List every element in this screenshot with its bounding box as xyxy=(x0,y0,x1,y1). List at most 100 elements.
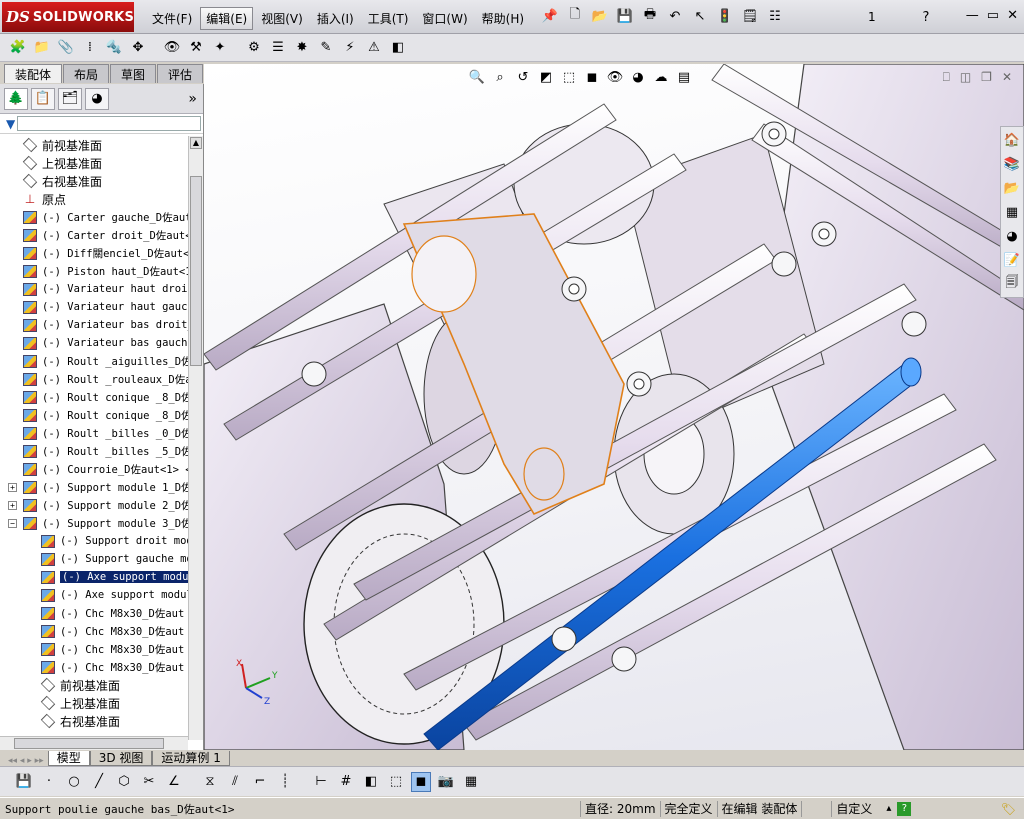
view-orientation-icon[interactable]: ⬚ xyxy=(560,68,578,86)
bottom-tab[interactable]: 模型 xyxy=(47,751,90,766)
tree-item[interactable]: + (-) Support module 1_D佐 xyxy=(0,478,188,496)
property-manager-tab-icon[interactable]: 📋 xyxy=(31,87,55,110)
status-units[interactable]: 自定义 xyxy=(831,800,876,817)
zoom-to-fit-icon[interactable]: 🔍 xyxy=(468,68,486,86)
tree-item[interactable]: (-) Variateur haut gauch xyxy=(0,298,188,316)
explode-line-sketch-icon[interactable]: ✎ xyxy=(316,38,336,58)
file-properties-icon[interactable]: 🗒 xyxy=(740,6,760,26)
view-palette-icon[interactable]: ▦ xyxy=(1001,201,1023,223)
tree-item[interactable]: (-) Axe support modul xyxy=(0,586,188,604)
shaded-with-edges-icon[interactable]: ◼ xyxy=(411,771,431,792)
graphics-area[interactable]: 🔍 ⌕ ↺ ◩ ⬚ ◼ 👁 ◕ ☁ ▤ ⎕ ◫ ❐ ✕ 🏠 📚 📂 ▦ ◕ 📝 … xyxy=(204,64,1024,750)
bill-of-materials-icon[interactable]: ☰ xyxy=(268,38,288,58)
tree-item[interactable]: (-) Diff關enciel_D佐aut< xyxy=(0,244,188,262)
doc-restore-icon[interactable]: ❐ xyxy=(981,70,992,85)
assembly-model-view[interactable] xyxy=(204,64,1024,750)
grid-icon[interactable]: # xyxy=(336,772,356,792)
tree-expander-icon[interactable]: + xyxy=(8,482,17,492)
tag-icon[interactable]: 🏷 xyxy=(1001,802,1016,816)
tree-item[interactable]: (-) Axe support modu xyxy=(0,568,188,586)
tree-item[interactable]: (-) Roult _aiguilles_D佐 xyxy=(0,352,188,370)
menu-item[interactable]: 工具(T) xyxy=(362,7,415,30)
tree-item[interactable]: (-) Roult conique _8_D佐 xyxy=(0,406,188,424)
exploded-view-icon[interactable]: ✸ xyxy=(292,38,312,58)
tree-item[interactable]: (-) Carter gauche_D佐aut< xyxy=(0,208,188,226)
instant3d-icon[interactable]: ◧ xyxy=(388,38,408,58)
dimension-icon[interactable]: ⊢ xyxy=(311,772,331,792)
tree-item[interactable]: (-) Variateur haut droit xyxy=(0,280,188,298)
doc-close-icon[interactable]: ✕ xyxy=(1002,70,1012,85)
close-button[interactable]: ✕ xyxy=(1007,8,1018,23)
trim-icon[interactable]: ✂ xyxy=(139,772,159,792)
tree-item[interactable]: ⊥ 原点 xyxy=(0,190,188,208)
rebuild-icon[interactable]: 🚦 xyxy=(715,6,735,26)
tree-item[interactable]: (-) Roult conique _8_D佐 xyxy=(0,388,188,406)
mate-icon[interactable]: 📎 xyxy=(56,38,76,58)
status-help-icon[interactable]: ? xyxy=(897,801,912,816)
units-menu-arrow[interactable]: ▴ xyxy=(886,803,891,814)
menu-item[interactable]: 编辑(E) xyxy=(200,7,254,30)
smart-fasteners-icon[interactable]: 🔩 xyxy=(104,38,124,58)
interference-detection-icon[interactable]: ⚡ xyxy=(340,38,360,58)
tree-item[interactable]: (-) Piston haut_D佐aut<1 xyxy=(0,262,188,280)
doc-minimize-icon[interactable]: ⎕ xyxy=(943,70,950,85)
polygon-icon[interactable]: ⬡ xyxy=(114,772,134,792)
command-tab[interactable]: 布局 xyxy=(63,64,110,83)
filter-input[interactable] xyxy=(17,116,202,131)
tree-expander-icon[interactable]: − xyxy=(8,518,17,528)
reference-geometry-icon[interactable]: ✦ xyxy=(210,38,230,58)
pin-icon[interactable]: 📌 xyxy=(540,6,560,26)
apply-scene-icon[interactable]: ☁ xyxy=(652,68,670,86)
menu-item[interactable]: 帮助(H) xyxy=(476,7,530,30)
help-icon[interactable]: ? xyxy=(916,7,936,27)
doc-tile-icon[interactable]: ◫ xyxy=(960,70,971,85)
move-component-icon[interactable]: ✥ xyxy=(128,38,148,58)
new-part-icon[interactable]: 📁 xyxy=(32,38,52,58)
menu-item[interactable]: 插入(I) xyxy=(311,7,360,30)
tree-item[interactable]: + (-) Support module 2_D佐 xyxy=(0,496,188,514)
corner-rectangle-icon[interactable]: ⌐ xyxy=(250,772,270,792)
line-icon[interactable]: ╱ xyxy=(89,772,109,792)
tree-item[interactable]: (-) Variateur bas gauche xyxy=(0,334,188,352)
tree-vertical-scrollbar[interactable]: ▲ xyxy=(188,136,203,740)
tree-item[interactable]: (-) Chc M8x30_D佐aut xyxy=(0,622,188,640)
tree-item[interactable]: 上视基准面 xyxy=(0,694,188,712)
display-manager-tab-icon[interactable]: ◕ xyxy=(85,87,109,110)
edit-appearance-icon[interactable]: ◕ xyxy=(629,68,647,86)
tree-item[interactable]: 右视基准面 xyxy=(0,712,188,730)
tree-item[interactable]: (-) Roult _billes _0_D佐 xyxy=(0,424,188,442)
display-style-icon[interactable]: ◼ xyxy=(583,68,601,86)
tree-item[interactable]: (-) Courroie_D佐aut<1> < xyxy=(0,460,188,478)
show-hidden-icon[interactable]: 👁 xyxy=(162,38,182,58)
hide-show-items-icon[interactable]: 👁 xyxy=(606,68,624,86)
command-tab[interactable]: 装配体 xyxy=(4,64,63,83)
new-motion-study-icon[interactable]: ⚙ xyxy=(244,38,264,58)
zoom-to-area-icon[interactable]: ⌕ xyxy=(491,68,509,86)
feature-tree-tab-icon[interactable]: 🌲 xyxy=(4,87,28,110)
tree-horizontal-scrollbar[interactable] xyxy=(0,736,188,750)
file-explorer-icon[interactable]: 📂 xyxy=(1001,177,1023,199)
tree-item[interactable]: − (-) Support module 3_D佐 xyxy=(0,514,188,532)
solidworks-resources-icon[interactable]: 🏠 xyxy=(1001,129,1023,151)
minimize-button[interactable]: — xyxy=(966,8,979,23)
tree-item[interactable]: (-) Roult _rouleaux_D佐a xyxy=(0,370,188,388)
clearance-verification-icon[interactable]: ⚠ xyxy=(364,38,384,58)
custom-properties-icon[interactable]: 📝 xyxy=(1001,249,1023,271)
menu-item[interactable]: 文件(F) xyxy=(146,7,198,30)
undo-icon[interactable]: ↶ xyxy=(665,6,685,26)
tree-item[interactable]: (-) Carter droit_D佐aut< xyxy=(0,226,188,244)
tree-item[interactable]: (-) Support droit mod xyxy=(0,532,188,550)
tree-item[interactable]: 右视基准面 xyxy=(0,172,188,190)
previous-view-icon[interactable]: ↺ xyxy=(514,68,532,86)
assembly-features-icon[interactable]: ⚒ xyxy=(186,38,206,58)
save-icon[interactable]: 💾 xyxy=(14,772,34,792)
print-icon[interactable]: 🖶 xyxy=(640,6,660,26)
options-icon[interactable]: ☷ xyxy=(765,6,785,26)
select-icon[interactable]: ↖ xyxy=(690,6,710,26)
isometric-view-icon[interactable]: ⬚ xyxy=(386,772,406,792)
mirror-icon[interactable]: ⧖ xyxy=(200,772,220,792)
tree-item[interactable]: 前视基准面 xyxy=(0,676,188,694)
documents-recovery-icon[interactable]: 🗐 xyxy=(1001,273,1023,295)
tree-item[interactable]: (-) Chc M8x30_D佐aut xyxy=(0,640,188,658)
tab-scroll-arrows[interactable]: ◂◂ ◂ ▸ ▸▸ xyxy=(8,756,44,766)
